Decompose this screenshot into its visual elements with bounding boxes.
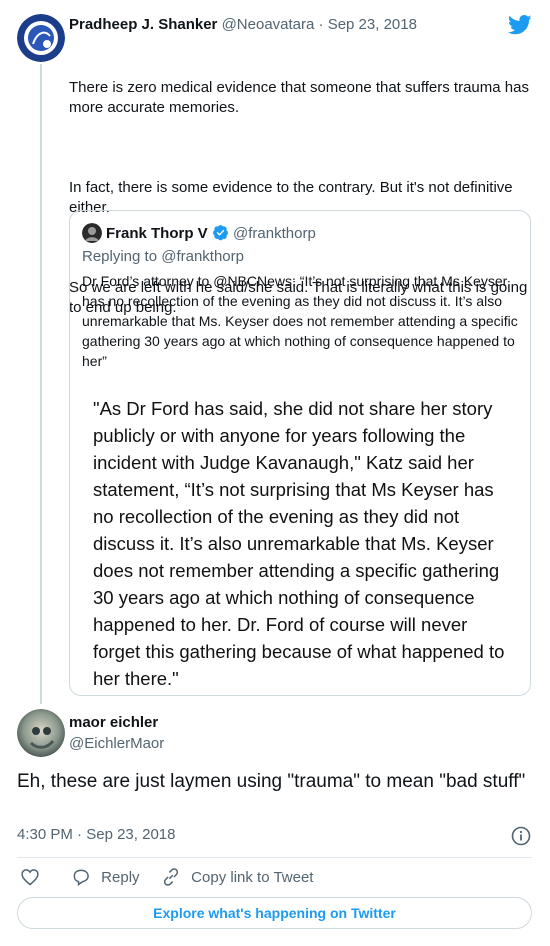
main-tweet-date: Sep 23, 2018 bbox=[86, 826, 176, 843]
parent-author-handle[interactable]: @Neoavatara bbox=[222, 16, 315, 33]
copy-link-label: Copy link to Tweet bbox=[191, 868, 314, 886]
parent-tweet-paragraph: There is zero medical evidence that some… bbox=[69, 79, 534, 116]
main-author-handle[interactable]: @EichlerMaor bbox=[69, 735, 164, 752]
reply-icon bbox=[71, 867, 91, 887]
main-author-name[interactable]: maor eichler bbox=[69, 714, 158, 731]
copy-link-button[interactable]: Copy link to Tweet bbox=[161, 867, 313, 887]
parent-author-name[interactable]: Pradheep J. Shanker bbox=[69, 16, 217, 33]
quoted-tweet-text: Dr Ford’s attorney to @NBCNews: “It’s no… bbox=[82, 273, 518, 369]
parent-tweet-date[interactable]: Sep 23, 2018 bbox=[328, 16, 417, 33]
reply-label: Reply bbox=[101, 868, 140, 886]
main-author-avatar[interactable] bbox=[17, 709, 65, 757]
quoted-tweet-image-text: "As Dr Ford has said, she did not share … bbox=[93, 398, 505, 689]
quoted-author-handle[interactable]: @frankthorp bbox=[233, 225, 316, 242]
twitter-bird-icon[interactable] bbox=[507, 14, 532, 36]
thread-line bbox=[40, 64, 42, 704]
main-tweet-text: Eh, these are just laymen using "trauma"… bbox=[17, 771, 526, 792]
quoted-author-name[interactable]: Frank Thorp V bbox=[106, 225, 208, 242]
actions-divider bbox=[17, 857, 532, 858]
parent-tweet-header: Pradheep J. Shanker @Neoavatara · Sep 23… bbox=[69, 16, 509, 36]
verified-badge-icon bbox=[212, 224, 229, 241]
info-icon[interactable] bbox=[511, 826, 531, 846]
separator-dot: · bbox=[318, 16, 324, 33]
quoted-tweet-header: Frank Thorp V @frankthorp bbox=[106, 224, 526, 244]
link-icon bbox=[161, 867, 181, 887]
parent-author-avatar[interactable] bbox=[17, 14, 65, 62]
quoted-author-avatar[interactable] bbox=[82, 223, 102, 243]
like-button[interactable] bbox=[20, 867, 42, 889]
replying-to-label[interactable]: Replying to @frankthorp bbox=[82, 248, 244, 265]
main-tweet-timestamp[interactable]: 4:30 PM · Sep 23, 2018 bbox=[17, 826, 175, 843]
explore-twitter-button[interactable]: Explore what's happening on Twitter bbox=[17, 897, 532, 929]
heart-icon bbox=[21, 869, 39, 886]
separator-dot: · bbox=[77, 826, 83, 843]
main-tweet-time: 4:30 PM bbox=[17, 826, 73, 843]
reply-button[interactable]: Reply bbox=[71, 867, 140, 887]
